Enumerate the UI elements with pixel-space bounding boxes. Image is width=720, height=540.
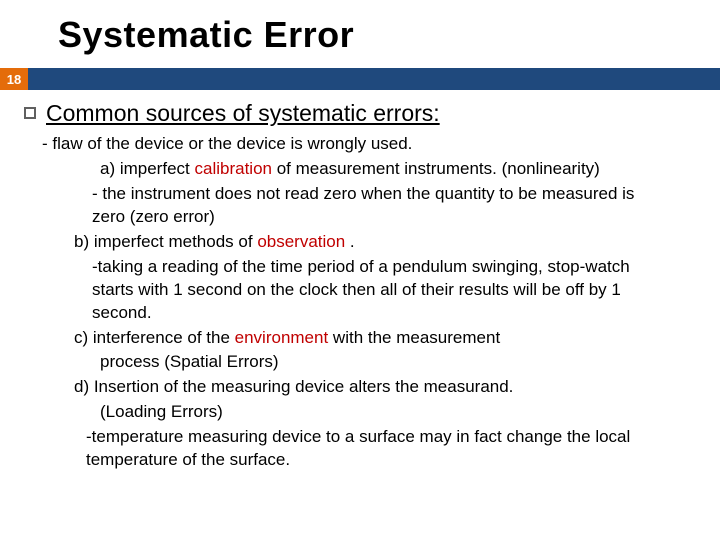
item-c-red: environment bbox=[235, 328, 329, 347]
badge-row: 18 bbox=[0, 68, 720, 90]
item-d: d) Insertion of the measuring device alt… bbox=[74, 376, 658, 399]
item-b-note: -taking a reading of the time period of … bbox=[92, 256, 638, 325]
item-a: a) imperfect calibration of measurement … bbox=[100, 158, 698, 181]
item-a-red: calibration bbox=[194, 159, 272, 178]
slide: Systematic Error 18 Common sources of sy… bbox=[0, 0, 720, 540]
item-c-indent: process (Spatial Errors) bbox=[100, 351, 698, 374]
item-c: c) interference of the environment with … bbox=[74, 327, 658, 350]
header-bar bbox=[28, 68, 720, 90]
item-d-pre: d) Insertion of the measuring device alt… bbox=[74, 377, 513, 396]
lead-row: Common sources of systematic errors: bbox=[22, 100, 698, 127]
content-area: Common sources of systematic errors: - f… bbox=[0, 90, 720, 472]
lead-text: Common sources of systematic errors: bbox=[46, 100, 440, 127]
slide-title: Systematic Error bbox=[0, 0, 720, 68]
item-b-post: . bbox=[345, 232, 354, 251]
item-c-pre: c) interference of the bbox=[74, 328, 235, 347]
item-d-note: -temperature measuring device to a surfa… bbox=[86, 426, 638, 472]
item-a-post: of measurement instruments. (nonlinearit… bbox=[272, 159, 600, 178]
item-c-post: with the measurement bbox=[328, 328, 500, 347]
body-text: - flaw of the device or the device is wr… bbox=[22, 133, 698, 472]
item-a-note: - the instrument does not read zero when… bbox=[92, 183, 638, 229]
page-number-badge: 18 bbox=[0, 68, 28, 90]
item-b-red: observation bbox=[257, 232, 345, 251]
item-b: b) imperfect methods of observation . bbox=[74, 231, 698, 254]
item-a-pre: a) imperfect bbox=[100, 159, 194, 178]
item-d-indent: (Loading Errors) bbox=[100, 401, 698, 424]
item-b-pre: b) imperfect methods of bbox=[74, 232, 257, 251]
bullet-square-icon bbox=[24, 107, 36, 119]
flaw-line: - flaw of the device or the device is wr… bbox=[42, 133, 698, 156]
